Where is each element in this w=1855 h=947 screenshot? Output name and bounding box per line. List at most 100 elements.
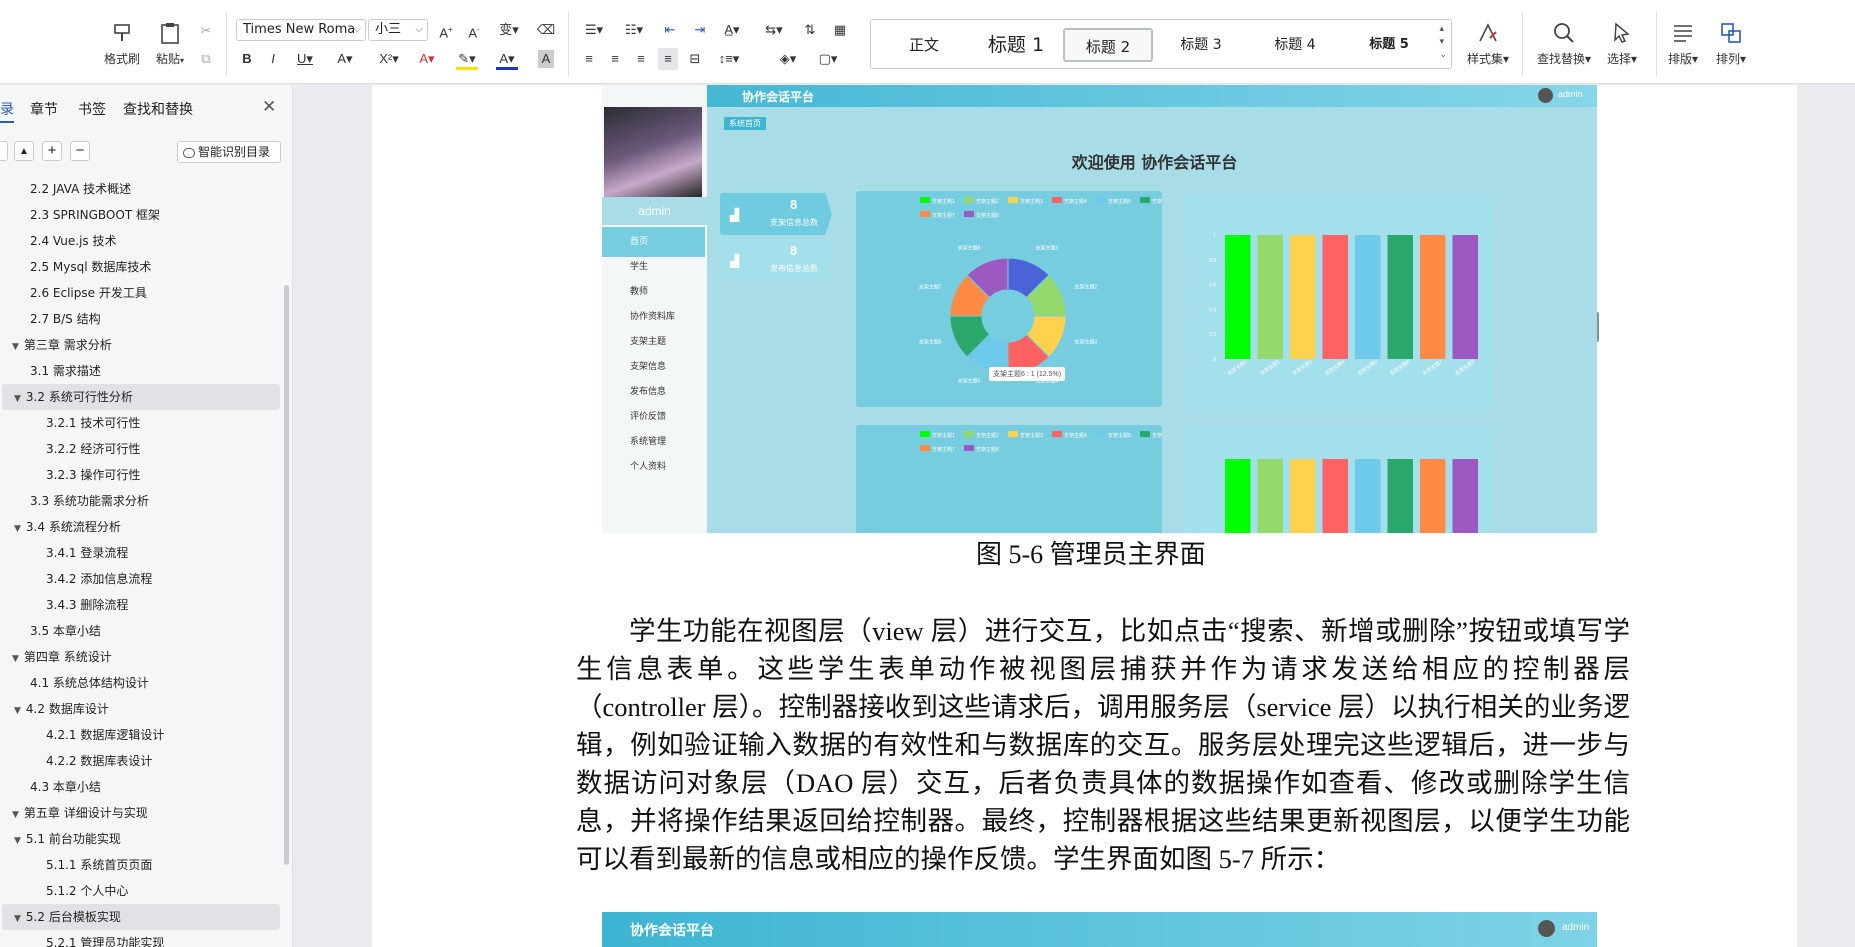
toc-item[interactable]: 4.3 本章小结 (2, 774, 280, 800)
tab-toc[interactable]: 录 (0, 99, 14, 123)
numbered-list-icon[interactable]: ☷▾ (620, 19, 648, 41)
decrease-indent-icon[interactable]: ⇤ (660, 19, 680, 41)
layout-button[interactable]: 排版▾ (1658, 20, 1708, 67)
font-name-select[interactable]: Times New Roma ⌵ (236, 19, 366, 41)
toc-item[interactable]: 3.2.3 操作可行性 (2, 462, 280, 488)
toc-item[interactable]: 3.4.2 添加信息流程 (2, 566, 280, 592)
highlight-button[interactable]: ✎▾ (456, 48, 478, 70)
toc-item[interactable]: ▼ 4.2 数据库设计 (2, 696, 280, 722)
remove-heading-button[interactable]: − (70, 141, 90, 161)
expand-icon[interactable]: ▼ (14, 914, 21, 924)
tab-chapter[interactable]: 章节 (30, 99, 58, 119)
phonetic-icon[interactable]: 变▾ (494, 19, 524, 41)
toc-item[interactable]: 3.1 需求描述 (2, 358, 280, 384)
format-painter-button[interactable]: 格式刷 (98, 20, 146, 67)
align-left-icon[interactable]: ≡ (580, 48, 598, 70)
toc-item[interactable]: ▼ 3.2 系统可行性分析 (2, 384, 280, 410)
toc-item[interactable]: 2.7 B/S 结构 (2, 306, 280, 332)
level-up-button[interactable]: ▲ (14, 141, 34, 161)
superscript-button[interactable]: X²▾ (376, 48, 402, 70)
line-spacing-icon[interactable]: ↕≡▾ (714, 48, 744, 70)
toc-item[interactable]: 4.1 系统总体结构设计 (2, 670, 280, 696)
cut-icon[interactable]: ✂ (198, 20, 214, 42)
increase-indent-icon[interactable]: ⇥ (690, 19, 710, 41)
style-normal[interactable]: 正文 (889, 28, 959, 62)
style-set-button[interactable]: 样式集▾ (1460, 20, 1516, 67)
smart-toc-button[interactable]: 智能识别目录 (177, 141, 281, 163)
clear-format-icon[interactable]: ⌫ (536, 19, 556, 41)
toc-item[interactable]: 3.4.1 登录流程 (2, 540, 280, 566)
toc-item[interactable]: 3.4.3 删除流程 (2, 592, 280, 618)
text-effect-button[interactable]: A▾ (416, 48, 438, 70)
italic-button[interactable]: I (264, 48, 282, 70)
bold-button[interactable]: B (238, 48, 256, 70)
expand-icon[interactable]: ▼ (14, 706, 21, 716)
tab-find-replace[interactable]: 查找和替换 (123, 99, 193, 119)
border-icon[interactable]: ▢▾ (814, 48, 842, 70)
expand-icon[interactable]: ▼ (12, 342, 19, 352)
app-menu-item[interactable]: 个人资料 (602, 452, 705, 482)
add-heading-button[interactable]: + (42, 141, 62, 161)
toc-item[interactable]: 3.5 本章小结 (2, 618, 280, 644)
toc-item[interactable]: ▼ 第五章 详细设计与实现 (2, 800, 280, 826)
expand-icon[interactable]: ▼ (12, 654, 19, 664)
align-center-icon[interactable]: ≡ (606, 48, 624, 70)
expand-icon[interactable]: ▼ (14, 394, 21, 404)
copy-icon[interactable]: ⧉ (198, 48, 214, 70)
toc-item[interactable]: ▼ 5.2 后台模板实现 (2, 904, 280, 930)
underline-button[interactable]: U▾ (294, 48, 316, 70)
style-heading5[interactable]: 标题 5 (1349, 28, 1429, 62)
expand-icon[interactable]: ▼ (12, 810, 19, 820)
strikethrough-button[interactable]: A▾ (334, 48, 356, 70)
select-button[interactable]: 选择▾ (1596, 20, 1648, 67)
toc-item[interactable]: 3.2.2 经济可行性 (2, 436, 280, 462)
gallery-scroll-icon[interactable]: ▴ ▾ ⌄ (1439, 22, 1447, 61)
toc-item[interactable]: 2.2 JAVA 技术概述 (2, 176, 280, 202)
table-icon[interactable]: ▦ (830, 19, 850, 41)
toc-item[interactable]: 5.2.1 管理员功能实现 (2, 930, 280, 947)
user-name[interactable]: admin (1558, 89, 1583, 99)
bullet-list-icon[interactable]: ☰▾ (580, 19, 608, 41)
justify-icon[interactable]: ≡ (658, 48, 678, 70)
toc-item[interactable]: ▼ 第四章 系统设计 (2, 644, 280, 670)
toc-item[interactable]: 3.3 系统功能需求分析 (2, 488, 280, 514)
swap-icon[interactable]: ⇆▾ (760, 19, 788, 41)
toc-item[interactable]: 2.4 Vue.js 技术 (2, 228, 280, 254)
text-direction-icon[interactable]: A̲▾ (718, 19, 746, 41)
close-icon[interactable]: ✕ (262, 97, 276, 117)
toc-item[interactable]: ▼ 5.1 前台功能实现 (2, 826, 280, 852)
font-color-button[interactable]: A▾ (496, 48, 518, 70)
char-shading-button[interactable]: A (538, 50, 554, 68)
style-heading3[interactable]: 标题 3 (1161, 28, 1241, 62)
shrink-font-icon[interactable]: A- (464, 19, 484, 41)
font-size-select[interactable]: 小三 ⌵ (368, 19, 428, 41)
find-replace-button[interactable]: 查找替换▾ (1532, 20, 1596, 67)
distributed-icon[interactable]: ⊟ (686, 48, 704, 70)
toc-item[interactable]: 5.1.1 系统首页页面 (2, 852, 280, 878)
sort-icon[interactable]: ⇅ (800, 19, 820, 41)
style-heading1[interactable]: 标题 1 (971, 28, 1061, 62)
style-heading2[interactable]: 标题 2 (1063, 28, 1153, 62)
toc-item[interactable]: 4.2.1 数据库逻辑设计 (2, 722, 280, 748)
user-name-2[interactable]: admin (1562, 922, 1589, 933)
shading-icon[interactable]: ◈▾ (774, 48, 802, 70)
toc-item[interactable]: 3.2.1 技术可行性 (2, 410, 280, 436)
toc-item[interactable]: 2.3 SPRINGBOOT 框架 (2, 202, 280, 228)
arrange-button[interactable]: 排列▾ (1706, 20, 1756, 67)
toc-item[interactable]: 5.1.2 个人中心 (2, 878, 280, 904)
collapse-button[interactable] (0, 141, 8, 161)
grow-font-icon[interactable]: A+ (436, 19, 456, 41)
toc-item[interactable]: ▼ 3.4 系统流程分析 (2, 514, 280, 540)
expand-icon[interactable]: ▼ (14, 524, 21, 534)
toc-item[interactable]: 2.6 Eclipse 开发工具 (2, 280, 280, 306)
toc-item[interactable]: 2.5 Mysql 数据库技术 (2, 254, 280, 280)
toc-item[interactable]: ▼ 第三章 需求分析 (2, 332, 280, 358)
breadcrumb[interactable]: 系统首页 (724, 117, 766, 130)
style-heading4[interactable]: 标题 4 (1255, 28, 1335, 62)
expand-icon[interactable]: ▼ (14, 836, 21, 846)
toc-item[interactable]: 4.2.2 数据库表设计 (2, 748, 280, 774)
nav-scrollbar[interactable] (284, 285, 289, 865)
align-right-icon[interactable]: ≡ (632, 48, 650, 70)
paste-button[interactable]: 粘贴▾ (146, 20, 194, 67)
tab-bookmark[interactable]: 书签 (78, 99, 106, 119)
